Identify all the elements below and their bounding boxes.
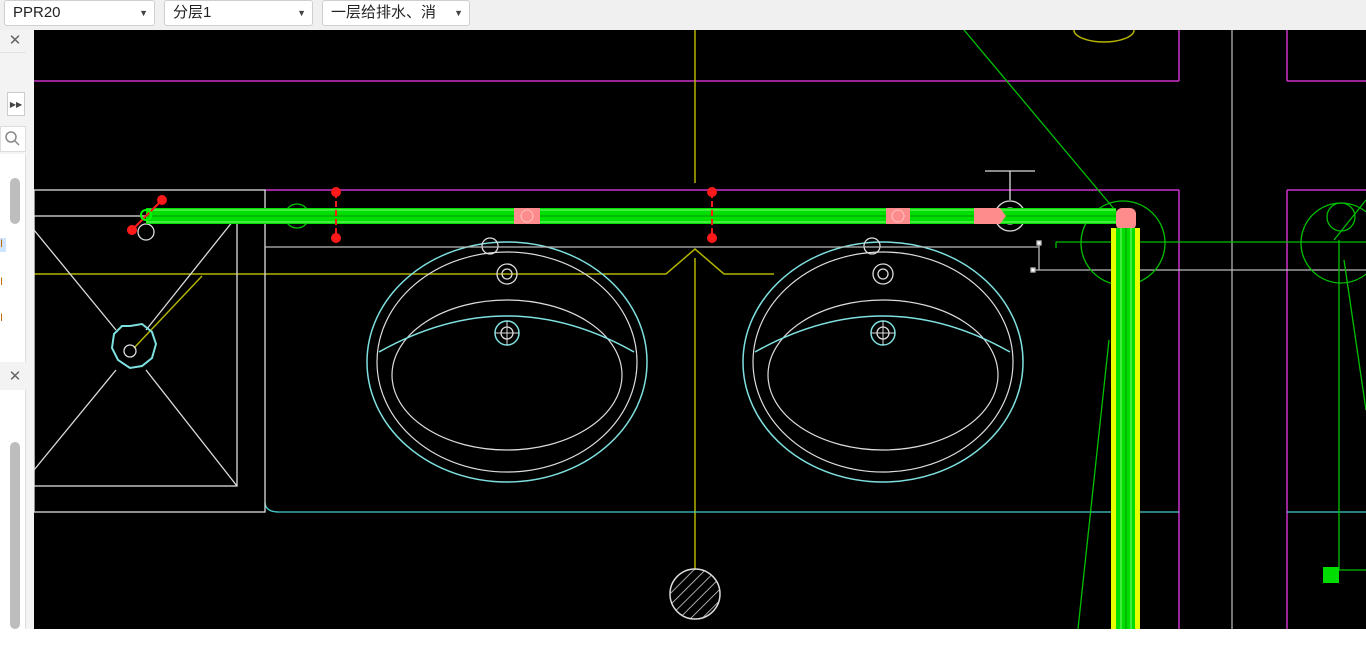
popup-panel-edge — [926, 644, 1366, 664]
close-icon[interactable]: ✕ — [6, 32, 24, 50]
washbasin-right[interactable] — [742, 237, 1024, 483]
scrollbar[interactable] — [10, 442, 20, 629]
double-chevron-right-icon[interactable]: ▶▶ — [7, 92, 25, 116]
pipe-endpoint[interactable] — [1323, 567, 1339, 583]
pipe-spec-value: PPR20 — [13, 4, 61, 21]
counter-edge — [264, 501, 1179, 513]
property-pane — [0, 390, 26, 629]
tree-item[interactable]: I — [0, 238, 6, 252]
floor-value: 分层1 — [173, 4, 212, 21]
guide-lines — [284, 30, 1366, 629]
riser-pipe[interactable] — [1111, 228, 1140, 629]
floor-drain[interactable] — [110, 322, 158, 370]
tree-pane: I I I — [0, 154, 26, 362]
search-box[interactable] — [0, 126, 26, 152]
left-panel: ✕ ▶▶ I I I ✕ — [0, 30, 34, 629]
pipe-spec-dropdown[interactable]: PPR20 ▼ — [4, 0, 155, 26]
search-icon — [5, 131, 20, 146]
shower-tray — [34, 189, 266, 513]
layer-value: 一层给排水、消 — [331, 4, 437, 21]
cad-drawing[interactable] — [34, 30, 1366, 629]
scrollbar[interactable] — [10, 178, 20, 224]
supply-pipe[interactable] — [146, 208, 1116, 224]
axis-lines — [34, 30, 1135, 570]
wall-lines — [34, 30, 1366, 629]
caret-down-icon: ▼ — [454, 8, 463, 18]
faucet-symbol — [137, 170, 1035, 241]
layer-dropdown[interactable]: 一层给排水、消 ▼ — [322, 0, 470, 26]
caret-down-icon: ▼ — [139, 8, 148, 18]
cleanout-symbol[interactable] — [669, 568, 721, 620]
caret-down-icon: ▼ — [297, 8, 306, 18]
tree-item[interactable]: I — [0, 312, 3, 324]
toolbar: PPR20 ▼ 分层1 ▼ 一层给排水、消 ▼ — [0, 0, 1366, 30]
tree-item[interactable]: I — [0, 276, 3, 288]
floor-dropdown[interactable]: 分层1 ▼ — [164, 0, 313, 26]
close-icon[interactable]: ✕ — [6, 368, 24, 386]
drawing-canvas[interactable] — [34, 30, 1366, 664]
